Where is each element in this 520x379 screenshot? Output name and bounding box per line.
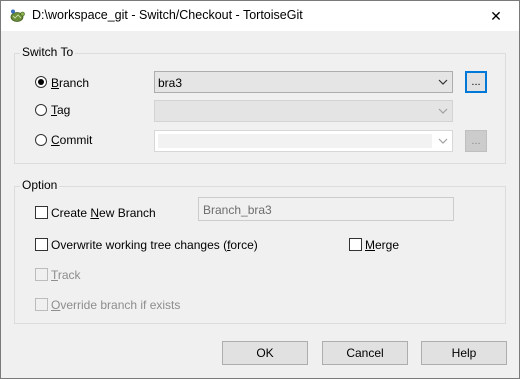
tag-combobox[interactable] [154,100,453,122]
commit-radio-label[interactable]: Commit [51,133,92,147]
override-branch-label[interactable]: Override branch if exists [51,298,180,312]
window-title: D:\workspace_git - Switch/Checkout - Tor… [32,8,303,22]
commit-combobox-edit[interactable] [158,134,432,148]
help-button[interactable]: Help [421,341,507,365]
switch-to-legend: Switch To [20,45,76,59]
branch-combobox[interactable]: bra3 [154,71,453,93]
commit-combobox[interactable] [154,130,453,152]
override-branch-checkbox[interactable] [35,298,48,311]
overwrite-checkbox[interactable] [35,238,48,251]
new-branch-name-value: Branch_bra3 [203,203,272,217]
tag-radio[interactable] [35,104,47,116]
branch-combobox-value: bra3 [158,76,183,90]
new-branch-name-field[interactable]: Branch_bra3 [198,197,454,221]
cancel-button[interactable]: Cancel [322,341,408,365]
merge-checkbox[interactable] [349,238,362,251]
branch-radio-label[interactable]: Branch [51,76,89,90]
create-new-branch-checkbox[interactable] [35,206,48,219]
track-checkbox[interactable] [35,268,48,281]
commit-browse-button[interactable]: ... [465,130,487,152]
close-button[interactable]: ✕ [473,1,519,31]
branch-radio[interactable] [35,76,47,88]
overwrite-label[interactable]: Overwrite working tree changes (force) [51,238,258,252]
merge-label[interactable]: Merge [365,238,399,252]
create-new-branch-label[interactable]: Create New Branch [51,206,156,220]
chevron-down-icon [438,79,448,85]
switch-checkout-dialog: D:\workspace_git - Switch/Checkout - Tor… [0,0,520,379]
branch-browse-button[interactable]: ... [465,71,487,93]
tortoisegit-app-icon [10,9,25,22]
commit-radio[interactable] [35,134,47,146]
close-icon: ✕ [490,7,502,24]
title-bar: D:\workspace_git - Switch/Checkout - Tor… [1,1,519,31]
ok-button[interactable]: OK [222,341,308,365]
option-legend: Option [20,178,60,192]
track-label[interactable]: Track [51,268,81,282]
chevron-down-icon [438,138,448,144]
chevron-down-icon [438,108,448,114]
tag-radio-label[interactable]: Tag [51,103,70,117]
